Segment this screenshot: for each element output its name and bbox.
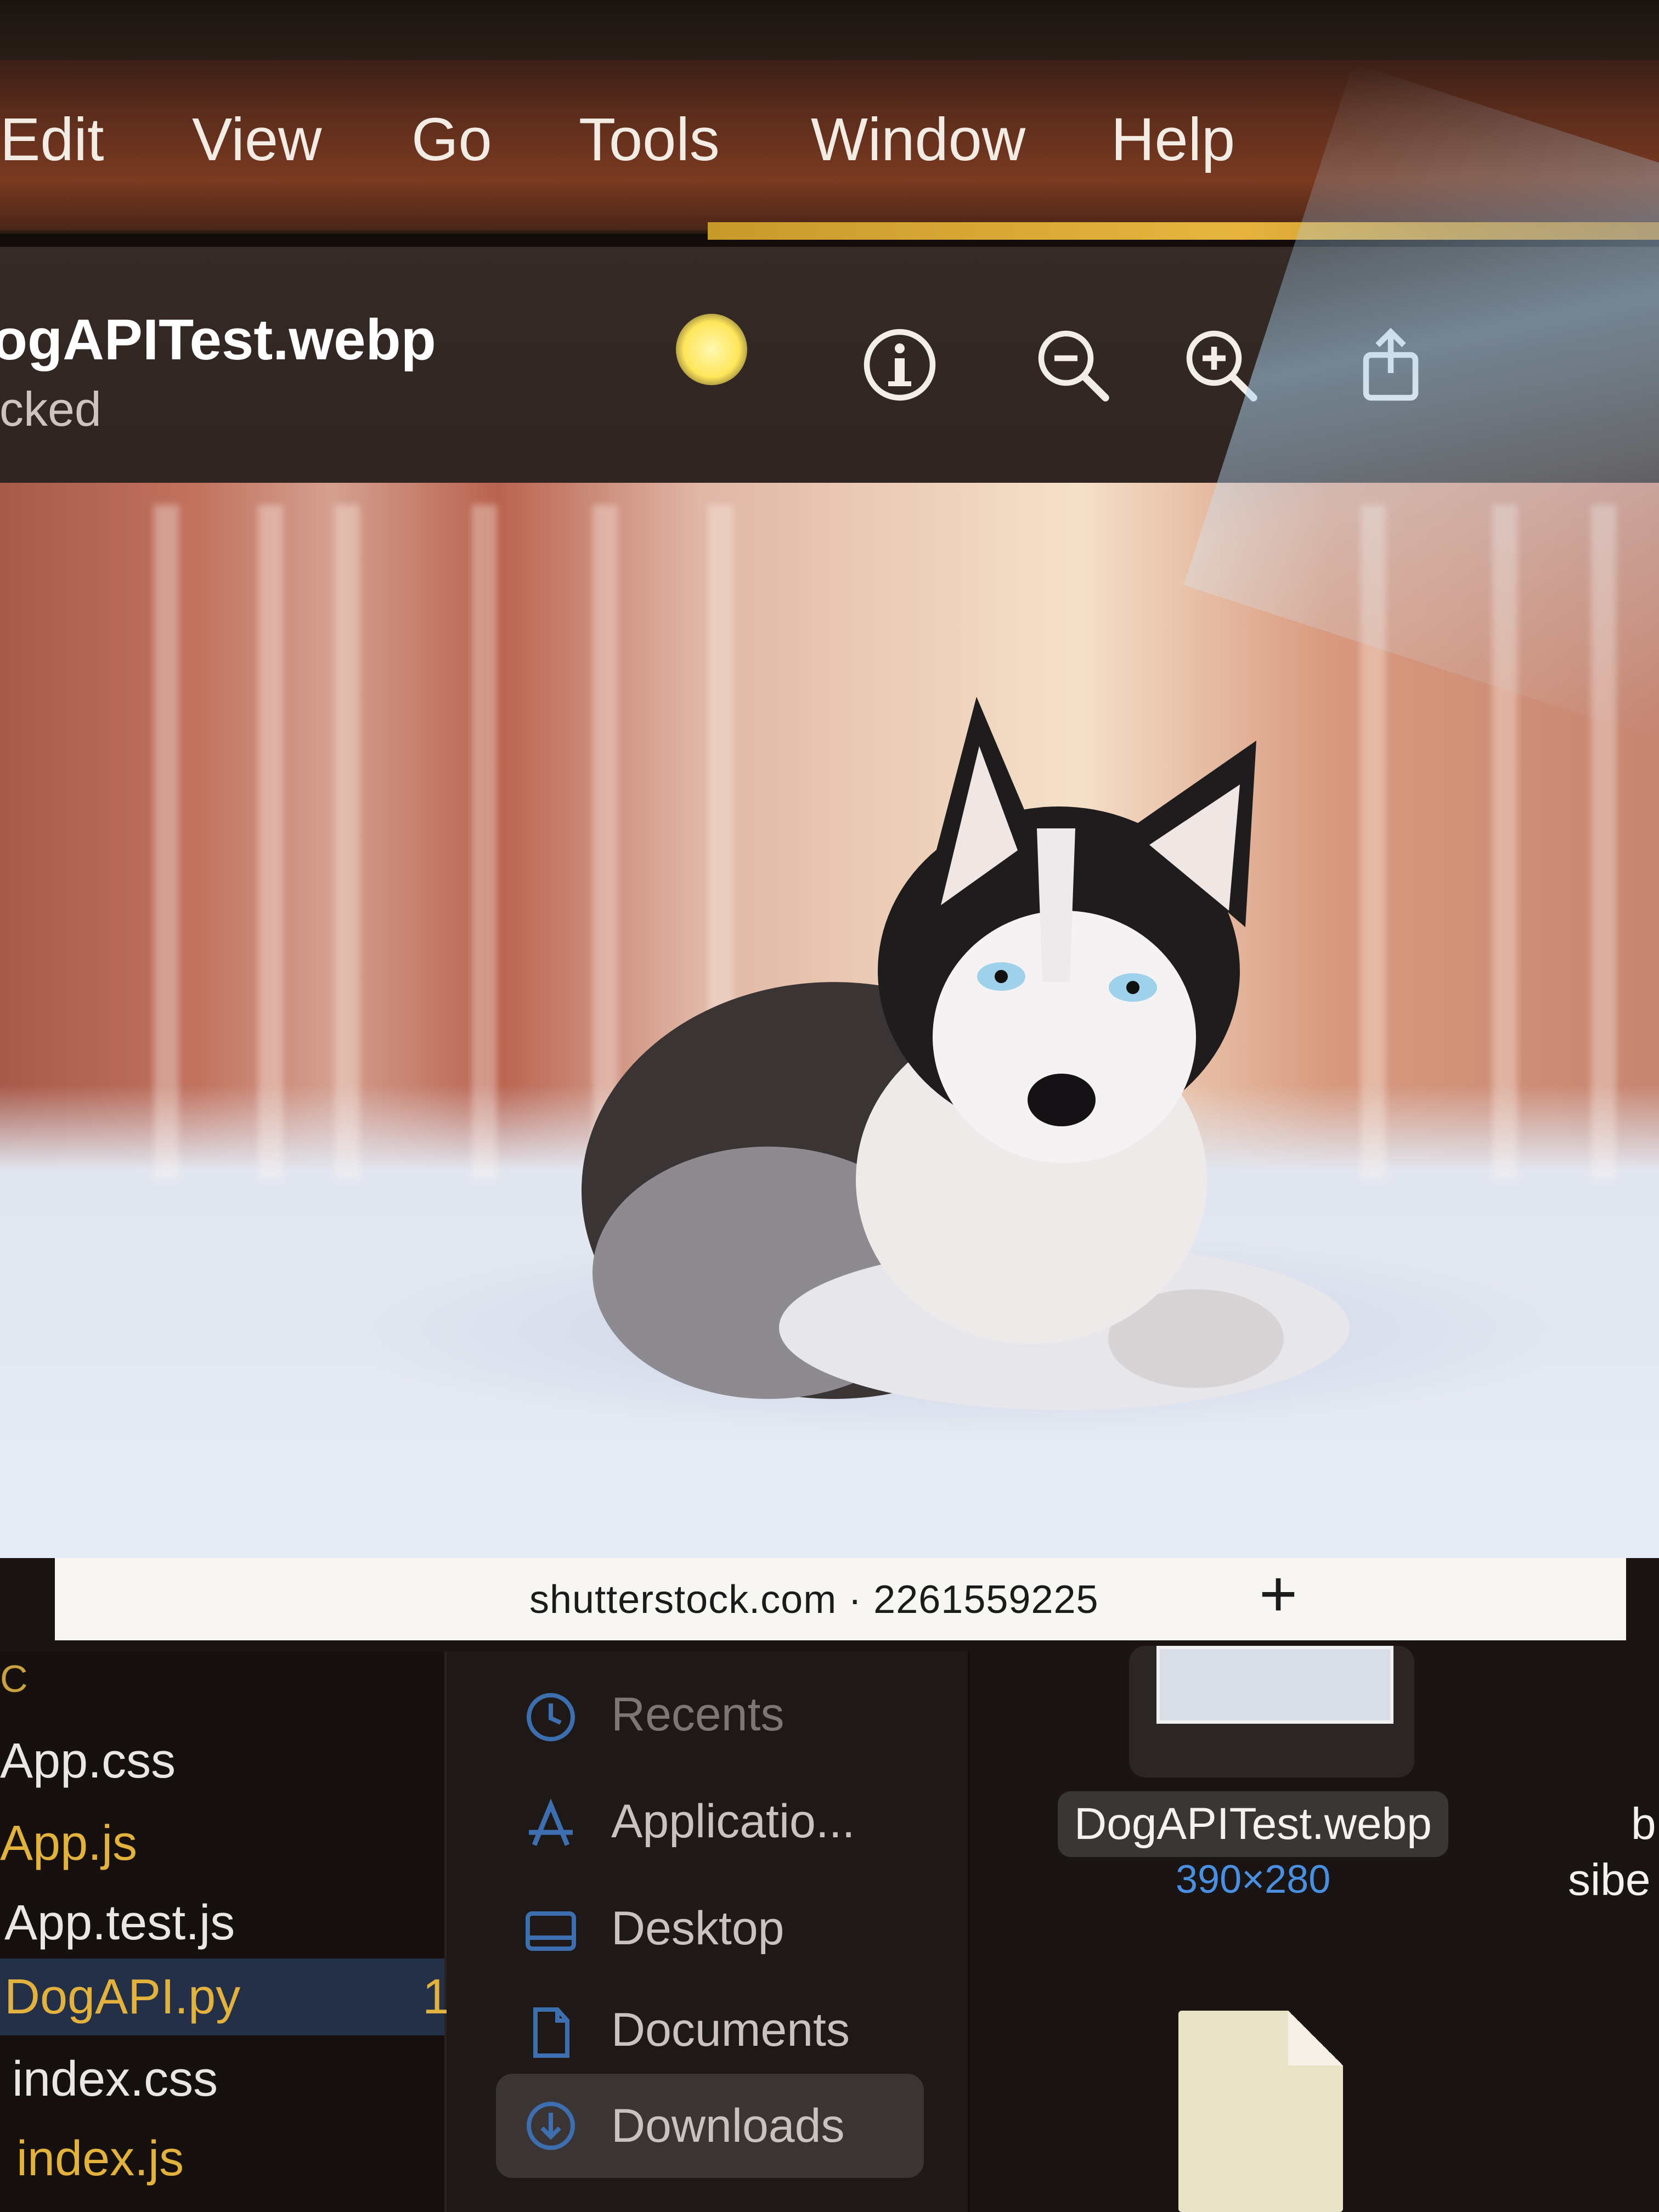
menu-go[interactable]: Go: [411, 110, 492, 170]
menu-help[interactable]: Help: [1111, 110, 1235, 170]
husky-figure: [582, 697, 1350, 1410]
menu-window[interactable]: Window: [811, 110, 1025, 170]
file-row-selected[interactable]: DogAPI.py 1: [0, 1959, 450, 2035]
watermark-plus-icon: +: [1259, 1557, 1298, 1630]
sidebar-item-applications[interactable]: Applicatio...: [523, 1775, 962, 1868]
file-tile-selected[interactable]: [1129, 1646, 1414, 1778]
file-name: App.css: [0, 1734, 176, 1788]
next-file-name-fragment: b: [1631, 1799, 1656, 1849]
sidebar-item-recents[interactable]: Recents: [523, 1668, 962, 1761]
sidebar-item-label: Documents: [611, 2004, 850, 2056]
desktop-icon: [523, 1904, 578, 1959]
page-fold: [1288, 2011, 1343, 2066]
file-row[interactable]: App.js: [0, 1805, 444, 1882]
document-thumbnail[interactable]: [1178, 2011, 1343, 2212]
menu-accent-bar: [708, 222, 1659, 240]
sidebar-item-documents[interactable]: Documents: [523, 1983, 962, 2076]
finder-file-grid: DogAPITest.webp 390×280 b sibe: [970, 1646, 1659, 2212]
file-name: index.js: [16, 2131, 184, 2186]
file-name-label[interactable]: DogAPITest.webp: [1058, 1791, 1448, 1857]
file-name: DogAPI.py: [4, 1970, 241, 2024]
window-title: DogAPITest.webp: [0, 308, 436, 372]
clock-icon: [523, 1690, 578, 1745]
file-list-header: C: [0, 1657, 28, 1700]
sidebar-item-label: Applicatio...: [611, 1795, 855, 1848]
problem-count-badge: 1: [422, 1970, 450, 2024]
sidebar-item-downloads[interactable]: Downloads: [496, 2074, 924, 2178]
sidebar-item-desktop[interactable]: Desktop: [523, 1882, 962, 1975]
window-subtitle: ocked: [0, 382, 101, 436]
file-name: App.js: [0, 1816, 138, 1871]
file-name: index.css: [12, 2052, 218, 2107]
zoom-out-icon[interactable]: [1031, 324, 1114, 406]
sidebar-item-label: Recents: [611, 1688, 785, 1741]
file-row[interactable]: App.css: [0, 1723, 444, 1799]
sidebar-item-label: Desktop: [611, 1902, 785, 1955]
husky-photo: [0, 483, 1659, 1558]
finder-sidebar: Recents Applicatio... Desktop Documents …: [447, 1651, 968, 2212]
watermark-text: shutterstock.com · 2261559225: [529, 1578, 1099, 1622]
editor-file-list: C App.css App.js App.test.js DogAPI.py 1…: [0, 1651, 450, 2212]
next-file-name-fragment-line2: sibe: [1568, 1855, 1651, 1905]
sidebar-item-label: Downloads: [611, 2100, 845, 2152]
menu-view[interactable]: View: [192, 110, 321, 170]
menu-bar: Edit View Go Tools Window Help: [0, 60, 1659, 234]
file-dimensions: 390×280: [1176, 1858, 1331, 1901]
image-canvas: shutterstock.com · 2261559225 +: [0, 483, 1659, 1651]
file-thumbnail: [1156, 1646, 1393, 1724]
menu-tools[interactable]: Tools: [579, 110, 720, 170]
download-icon: [523, 2098, 578, 2153]
file-row[interactable]: index.css: [0, 2041, 444, 2118]
applications-icon: [523, 1797, 578, 1852]
zoom-in-icon[interactable]: [1180, 324, 1262, 406]
file-name: App.test.js: [4, 1895, 235, 1950]
light-reflection: [676, 314, 747, 385]
screen-bezel: [0, 0, 1659, 60]
menu-edit[interactable]: Edit: [0, 110, 104, 170]
info-icon[interactable]: [859, 324, 941, 406]
file-row[interactable]: App.test.js: [0, 1884, 444, 1961]
document-icon: [523, 2005, 578, 2060]
share-icon[interactable]: [1350, 324, 1432, 406]
file-row[interactable]: index.js: [0, 2120, 444, 2197]
